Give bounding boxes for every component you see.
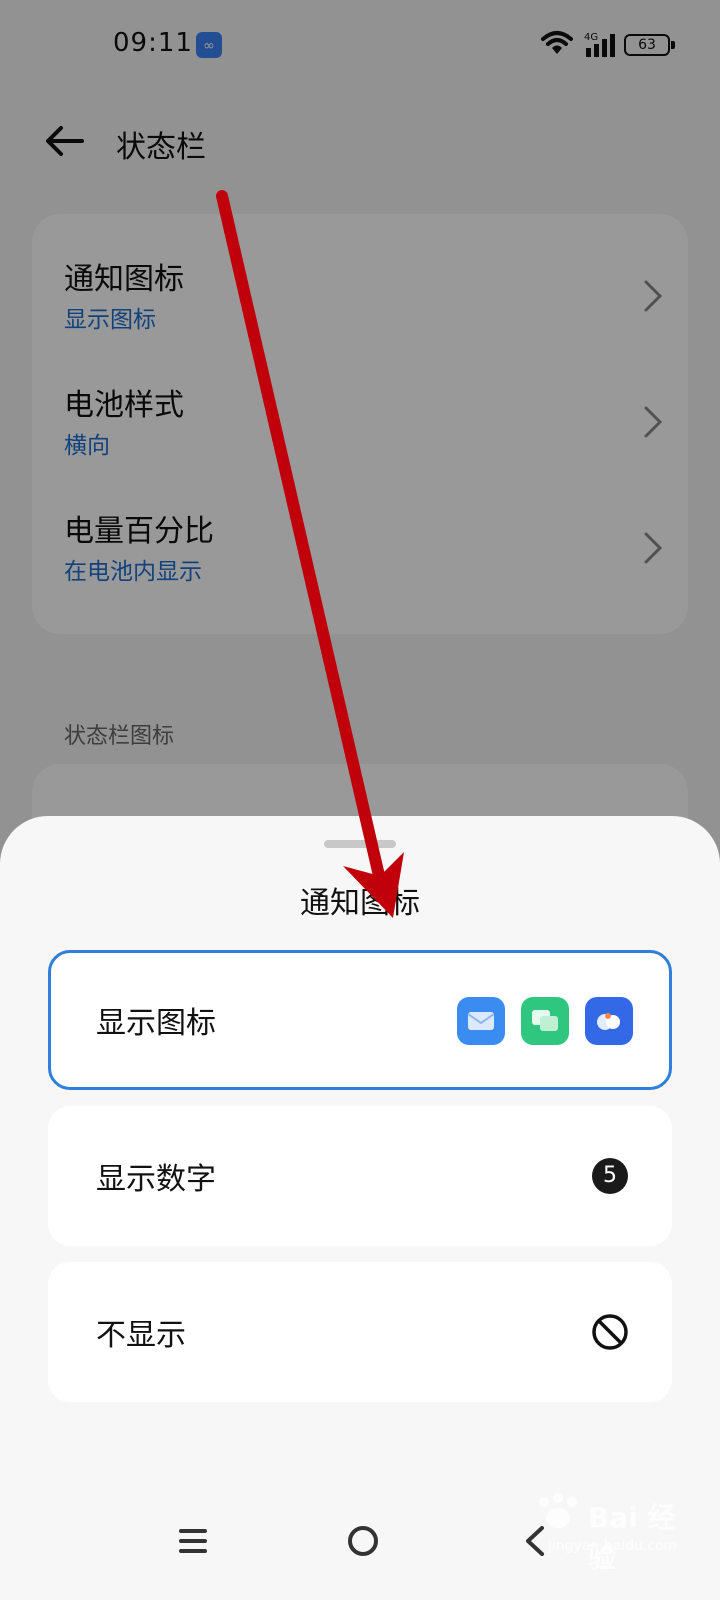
- menu-icon[interactable]: [178, 1526, 208, 1556]
- option-show-icons[interactable]: 显示图标: [48, 950, 672, 1090]
- sheet-drag-handle[interactable]: [324, 840, 396, 848]
- chat-app-icon: [521, 997, 569, 1045]
- option-show-number[interactable]: 显示数字 5: [48, 1106, 672, 1246]
- watermark-brand: Bai 经验: [588, 1501, 676, 1574]
- option-hide[interactable]: 不显示: [48, 1262, 672, 1402]
- watermark-url: jingyan.baidu.com: [548, 1538, 678, 1554]
- prohibited-icon: [592, 1314, 628, 1350]
- count-badge: 5: [592, 1158, 628, 1194]
- paw-icon: [539, 1493, 577, 1528]
- bottom-sheet: 通知图标 显示图标 显示数字 5 不显示: [0, 816, 720, 1600]
- bubble-app-icon: [585, 997, 633, 1045]
- sheet-title: 通知图标: [300, 886, 420, 921]
- option-label: 显示图标: [96, 1006, 216, 1041]
- app-icon-preview: [457, 997, 633, 1047]
- home-icon[interactable]: [346, 1524, 380, 1558]
- option-label: 不显示: [96, 1318, 186, 1353]
- watermark-logo: Bai 经验 jingyan.baidu.com: [528, 1490, 688, 1574]
- option-label: 显示数字: [96, 1162, 216, 1197]
- mail-app-icon: [457, 997, 505, 1045]
